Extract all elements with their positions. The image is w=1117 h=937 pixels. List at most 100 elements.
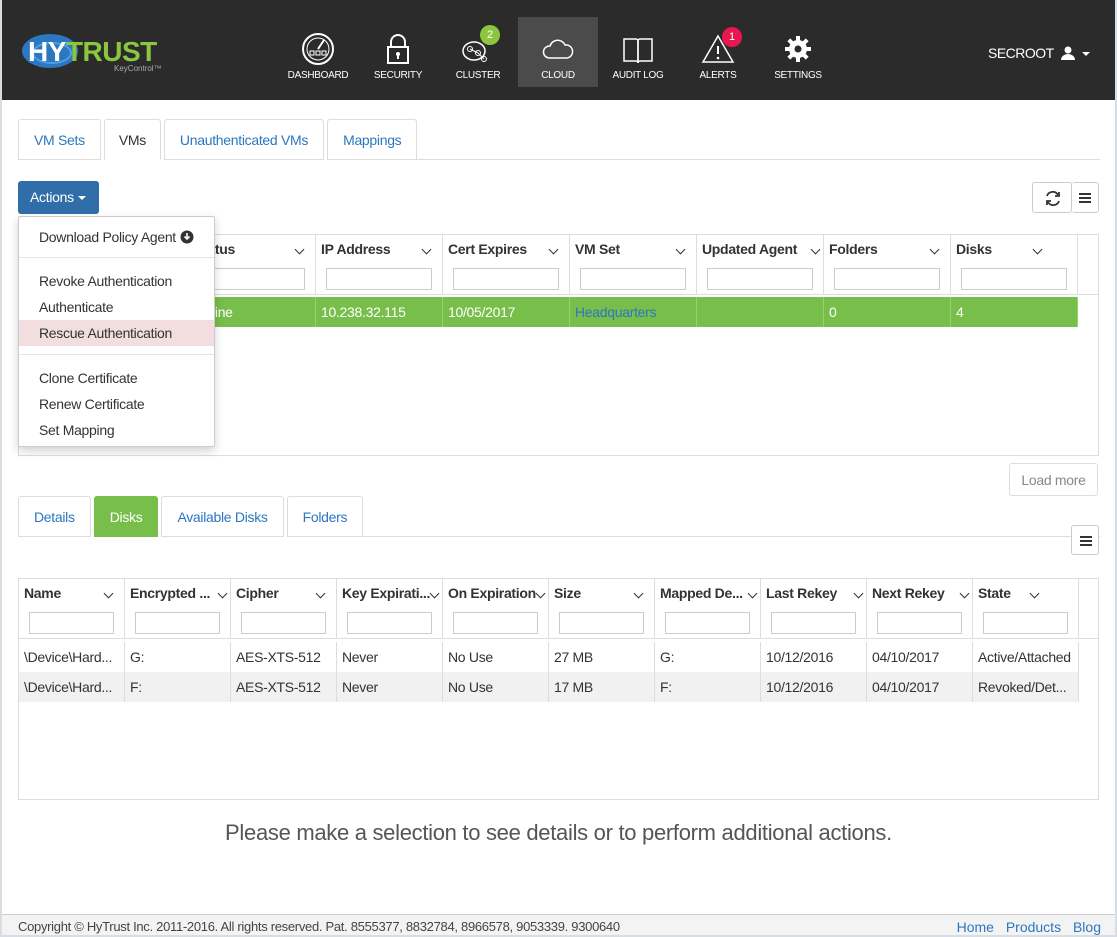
filter-input[interactable] xyxy=(29,612,114,634)
nav-security[interactable]: SECURITY xyxy=(358,17,438,87)
footer: Copyright © HyTrust Inc. 2011-2016. All … xyxy=(0,914,1117,937)
column-vm-set[interactable]: VM Set xyxy=(570,235,697,294)
menu-item-clone-certificate[interactable]: Clone Certificate xyxy=(19,365,214,391)
refresh-icon xyxy=(1046,190,1060,207)
column-cipher[interactable]: Cipher xyxy=(231,579,337,638)
filter-input[interactable] xyxy=(347,612,432,634)
user-menu[interactable]: SECROOT xyxy=(988,45,1091,61)
menu-item-download-policy-agent[interactable]: Download Policy Agent xyxy=(19,224,214,250)
filter-input[interactable] xyxy=(453,268,559,290)
filter-input[interactable] xyxy=(771,612,856,634)
disk-columns-menu-button[interactable] xyxy=(1071,525,1099,555)
tab-unauthenticated-vms[interactable]: Unauthenticated VMs xyxy=(163,119,325,160)
footer-link-home[interactable]: Home xyxy=(957,919,994,935)
load-more-button[interactable]: Load more xyxy=(1009,463,1098,496)
cell-mapped-device: F: xyxy=(655,672,761,702)
table-row[interactable]: \Device\Hard... G: AES-XTS-512 Never No … xyxy=(19,642,1079,672)
nav-dashboard[interactable]: DASHBOARD xyxy=(278,17,358,87)
filter-input[interactable] xyxy=(241,612,326,634)
cell-disks: 4 xyxy=(951,297,1078,327)
nav-settings[interactable]: SETTINGS xyxy=(758,17,838,87)
nav-label: SECURITY xyxy=(373,70,423,81)
filter-input[interactable] xyxy=(834,268,940,290)
cell-on-expiration: No Use xyxy=(443,642,549,672)
column-last-rekey[interactable]: Last Rekey xyxy=(761,579,867,638)
filter-input[interactable] xyxy=(877,612,962,634)
footer-link-products[interactable]: Products xyxy=(1006,919,1061,935)
filter-input[interactable] xyxy=(961,268,1067,290)
tab-vm-sets[interactable]: VM Sets xyxy=(18,119,101,160)
table-row[interactable]: \Device\Hard... F: AES-XTS-512 Never No … xyxy=(19,672,1079,702)
hamburger-icon xyxy=(1079,193,1091,203)
nav-label: DASHBOARD xyxy=(287,70,349,81)
filter-input[interactable] xyxy=(983,612,1068,634)
download-icon xyxy=(180,230,194,244)
column-encrypted[interactable]: Encrypted ... xyxy=(125,579,231,638)
chevron-down-icon xyxy=(1032,244,1043,255)
nav-alerts[interactable]: 1 ALERTS xyxy=(678,17,758,87)
columns-menu-button[interactable] xyxy=(1072,182,1099,213)
nav-cloud[interactable]: CLOUD xyxy=(518,17,598,87)
column-state[interactable]: State xyxy=(973,579,1079,638)
filter-input[interactable] xyxy=(559,612,644,634)
chevron-down-icon xyxy=(929,244,940,255)
column-disks[interactable]: Disks xyxy=(951,235,1078,294)
cell-name: \Device\Hard... xyxy=(19,642,125,672)
actions-button[interactable]: Actions xyxy=(18,181,99,214)
filter-input[interactable] xyxy=(665,612,750,634)
chevron-down-icon xyxy=(103,588,114,599)
column-key-expiration[interactable]: Key Expirati... xyxy=(337,579,443,638)
filter-input[interactable] xyxy=(580,268,686,290)
filter-input[interactable] xyxy=(453,612,538,634)
column-folders[interactable]: Folders xyxy=(824,235,951,294)
nav-label: ALERTS xyxy=(699,70,737,81)
column-size[interactable]: Size xyxy=(549,579,655,638)
tab-folders[interactable]: Folders xyxy=(286,496,364,537)
column-on-expiration[interactable]: On Expiration xyxy=(443,579,549,638)
cell-ip: 10.238.32.115 xyxy=(316,297,443,327)
column-ip-address[interactable]: IP Address xyxy=(316,235,443,294)
column-next-rekey[interactable]: Next Rekey xyxy=(867,579,973,638)
menu-item-renew-certificate[interactable]: Renew Certificate xyxy=(19,391,214,417)
column-cert-expires[interactable]: Cert Expires xyxy=(443,235,570,294)
menu-item-authenticate[interactable]: Authenticate xyxy=(19,294,214,320)
nav-label: AUDIT LOG xyxy=(612,70,664,81)
tab-divider xyxy=(350,536,1100,537)
nav-label: SETTINGS xyxy=(774,70,822,81)
column-mapped-device[interactable]: Mapped De... xyxy=(655,579,761,638)
chevron-down-icon xyxy=(1082,52,1091,56)
cell-next-rekey: 04/10/2017 xyxy=(867,642,973,672)
chevron-down-icon xyxy=(217,588,228,599)
vmset-link[interactable]: Headquarters xyxy=(570,297,697,327)
column-updated-agent[interactable]: Updated Agent xyxy=(697,235,824,294)
refresh-button[interactable] xyxy=(1032,182,1072,213)
filter-input[interactable] xyxy=(135,612,220,634)
tab-vms[interactable]: VMs xyxy=(103,119,161,160)
chevron-down-icon xyxy=(810,244,821,255)
filter-input[interactable] xyxy=(707,268,813,290)
filter-input[interactable] xyxy=(326,268,432,290)
nav-audit-log[interactable]: AUDIT LOG xyxy=(598,17,678,87)
nav-cluster[interactable]: 2 CLUSTER xyxy=(438,17,518,87)
cell-cert: 10/05/2017 xyxy=(443,297,570,327)
cell-encrypted: F: xyxy=(125,672,231,702)
tab-details[interactable]: Details xyxy=(18,496,91,537)
footer-link-blog[interactable]: Blog xyxy=(1073,919,1101,935)
nav-label: CLUSTER xyxy=(455,70,501,81)
tab-disks[interactable]: Disks xyxy=(93,496,159,537)
menu-item-revoke-authentication[interactable]: Revoke Authentication xyxy=(19,268,214,294)
username: SECROOT xyxy=(988,45,1054,61)
menu-item-set-mapping[interactable]: Set Mapping xyxy=(19,417,214,443)
column-name[interactable]: Name xyxy=(19,579,125,638)
chevron-down-icon xyxy=(747,588,758,599)
cluster-badge: 2 xyxy=(480,25,500,45)
hytrust-logo[interactable]: HYTRUST KeyControl™ xyxy=(22,34,172,74)
cell-state: Active/Attached xyxy=(973,642,1079,672)
tab-mappings[interactable]: Mappings xyxy=(327,119,418,160)
cell-name: \Device\Hard... xyxy=(19,672,125,702)
tab-available-disks[interactable]: Available Disks xyxy=(161,496,284,537)
chevron-down-icon xyxy=(633,588,644,599)
tab-divider xyxy=(410,159,1100,160)
cell-key-expiration: Never xyxy=(337,672,443,702)
menu-item-rescue-authentication[interactable]: Rescue Authentication xyxy=(19,320,214,346)
